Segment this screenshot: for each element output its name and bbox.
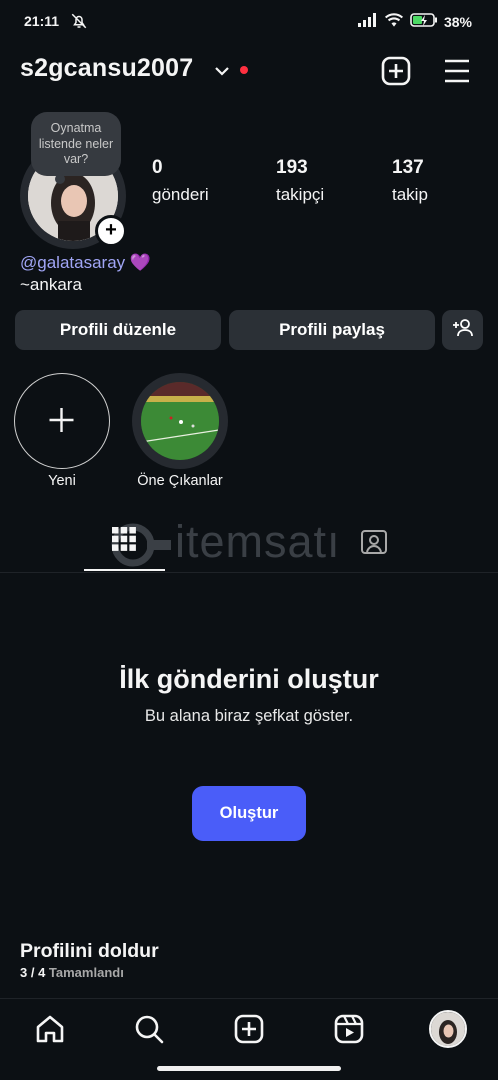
wifi-icon [384, 12, 404, 31]
stat-posts-value: 0 [152, 157, 163, 178]
discover-people-button[interactable] [442, 310, 483, 350]
signal-icon [357, 13, 378, 30]
watermark: itemsatı [105, 516, 341, 568]
menu-icon[interactable] [441, 55, 473, 87]
bio-text: ~ankara [20, 275, 82, 294]
add-story-icon[interactable]: + [95, 215, 127, 247]
home-icon[interactable] [34, 1013, 66, 1045]
chevron-down-icon[interactable] [214, 64, 230, 82]
stat-posts-label: gönderi [152, 185, 209, 204]
empty-state-subtitle: Bu alana biraz şefkat göster. [144, 707, 354, 725]
tagged-icon[interactable] [360, 527, 388, 560]
complete-profile-title: Profilini doldur [20, 940, 159, 962]
profile-avatar-icon[interactable] [429, 1010, 467, 1048]
stat-posts[interactable]: 0 gönderi [152, 157, 209, 205]
add-person-icon [452, 318, 474, 343]
create-post-button[interactable]: Oluştur [192, 786, 306, 841]
reels-icon[interactable] [333, 1013, 365, 1045]
battery-icon [410, 13, 438, 30]
new-post-icon[interactable] [380, 55, 412, 87]
purple-heart-emoji: 💜 [129, 253, 152, 272]
complete-progress-status: Tamamlandı [48, 965, 124, 980]
new-highlight-label: Yeni [48, 473, 76, 489]
stat-following[interactable]: 137 takip [392, 157, 428, 205]
bio-mention-link[interactable]: @galatasaray [20, 253, 125, 272]
bio-link-row: @galatasaray 💜 [20, 253, 151, 273]
stat-followers[interactable]: 193 takipçi [276, 157, 324, 205]
notification-dot [240, 66, 248, 74]
complete-progress-value: 3 / 4 [20, 965, 46, 980]
highlight-cover[interactable] [141, 382, 219, 460]
battery-level: 38% [443, 13, 472, 30]
search-icon[interactable] [133, 1013, 165, 1045]
grid-icon[interactable] [112, 527, 136, 556]
share-profile-button[interactable]: Profili paylaş [229, 310, 435, 350]
stat-followers-label: takipçi [276, 185, 325, 204]
system-home-indicator[interactable] [157, 1066, 341, 1071]
nav-divider [0, 998, 498, 999]
status-time: 21:11 [24, 13, 60, 29]
highlight-label: Öne Çıkanlar [137, 473, 223, 489]
stat-following-value: 137 [392, 157, 424, 178]
complete-profile-progress: 3 / 4 Tamamlandı [20, 965, 124, 980]
watermark-text: itemsatı [175, 516, 341, 567]
new-highlight-button[interactable] [14, 373, 110, 469]
stat-following-label: takip [392, 185, 428, 204]
username[interactable]: s2gcansu2007 [20, 54, 193, 83]
empty-state-title: İlk gönderini oluştur [119, 664, 379, 694]
create-icon[interactable] [233, 1013, 265, 1045]
active-tab-indicator [84, 569, 165, 571]
edit-profile-button[interactable]: Profili düzenle [15, 310, 221, 350]
tab-divider [0, 572, 498, 573]
status-icons: 38% [357, 12, 472, 31]
stat-followers-value: 193 [276, 157, 308, 178]
mute-icon [70, 12, 88, 35]
note-bubble[interactable]: Oynatma listende neler var? [31, 112, 121, 184]
